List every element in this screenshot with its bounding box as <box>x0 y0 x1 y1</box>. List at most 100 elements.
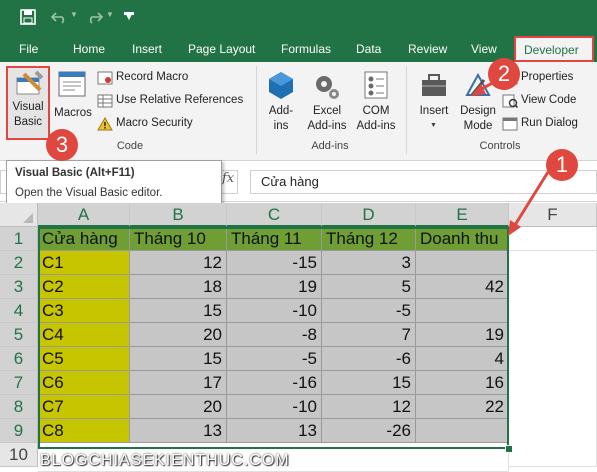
cell-value[interactable]: 7 <box>322 323 416 347</box>
cell-header-revenue[interactable]: Doanh thu <box>416 227 509 251</box>
macros-button[interactable]: Macros <box>52 66 94 126</box>
tab-home[interactable]: Home <box>73 40 105 60</box>
cell-value[interactable]: -10 <box>227 395 322 419</box>
cell-value[interactable]: -6 <box>322 347 416 371</box>
redo-dropdown-icon[interactable]: ▼ <box>106 10 114 19</box>
view-code-button[interactable]: View Code <box>502 93 596 110</box>
cell-revenue[interactable]: 16 <box>416 371 509 395</box>
cell-value[interactable]: 15 <box>322 371 416 395</box>
ribbon-separator <box>256 66 257 154</box>
cell-value[interactable]: -5 <box>322 299 416 323</box>
row-header-6[interactable]: 6 <box>0 347 38 371</box>
row-header-5[interactable]: 5 <box>0 323 38 347</box>
tab-file[interactable]: File <box>19 40 38 60</box>
formula-input[interactable]: Cửa hàng <box>250 170 597 194</box>
cell-store[interactable]: C5 <box>38 347 130 371</box>
record-macro-button[interactable]: Record Macro <box>97 70 243 87</box>
row-header-1[interactable]: 1 <box>0 227 38 251</box>
cell-store[interactable]: C6 <box>38 371 130 395</box>
row-header-4[interactable]: 4 <box>0 299 38 323</box>
tab-view[interactable]: View <box>471 40 497 60</box>
cell-value[interactable]: 20 <box>130 395 227 419</box>
row-header-7[interactable]: 7 <box>0 371 38 395</box>
insert-control-button[interactable]: Insert ▼ <box>414 66 454 138</box>
undo-dropdown-icon[interactable]: ▼ <box>70 10 78 19</box>
visual-basic-label: Visual Basic <box>12 101 44 128</box>
excel-add-ins-button[interactable]: Excel Add-ins <box>303 66 351 138</box>
redo-icon[interactable] <box>86 9 104 25</box>
column-header-d[interactable]: D <box>322 203 416 227</box>
cell-store[interactable]: C3 <box>38 299 130 323</box>
com-add-ins-button[interactable]: COM Add-ins <box>352 66 400 138</box>
tab-formulas[interactable]: Formulas <box>281 40 331 60</box>
visual-basic-button[interactable]: Visual Basic <box>6 66 50 140</box>
tab-developer[interactable]: Developer <box>514 36 594 62</box>
cell-value[interactable]: 12 <box>322 395 416 419</box>
macro-security-button[interactable]: Macro Security <box>97 116 243 133</box>
cell-store[interactable]: C4 <box>38 323 130 347</box>
cell-value[interactable]: 13 <box>227 419 322 443</box>
cell-value[interactable]: -10 <box>227 299 322 323</box>
cell-store[interactable]: C8 <box>38 419 130 443</box>
column-header-c[interactable]: C <box>227 203 322 227</box>
callout-badge-3: 3 <box>46 129 78 161</box>
cell-revenue[interactable]: 4 <box>416 347 509 371</box>
cell-value[interactable]: 5 <box>322 275 416 299</box>
fill-handle[interactable] <box>505 445 513 453</box>
cell-value[interactable]: 12 <box>130 251 227 275</box>
cell-header-month10[interactable]: Tháng 10 <box>130 227 227 251</box>
empty-column-f[interactable] <box>509 251 597 467</box>
cell-value[interactable]: -26 <box>322 419 416 443</box>
tab-review[interactable]: Review <box>408 40 447 60</box>
cell-value[interactable]: -15 <box>227 251 322 275</box>
callout-badge-2: 2 <box>488 58 520 90</box>
cell-store[interactable]: C7 <box>38 395 130 419</box>
customize-quick-access-icon[interactable]: ▬ ▼ <box>124 7 134 29</box>
cell-f1[interactable] <box>509 227 597 251</box>
cell-revenue[interactable]: 22 <box>416 395 509 419</box>
row-header-10[interactable]: 10 <box>0 443 38 467</box>
row-header-9[interactable]: 9 <box>0 419 38 443</box>
row-header-3[interactable]: 3 <box>0 275 38 299</box>
cell-value[interactable]: -16 <box>227 371 322 395</box>
use-relative-references-button[interactable]: Use Relative References <box>97 93 247 110</box>
cell-value[interactable]: -8 <box>227 323 322 347</box>
cell-revenue[interactable] <box>416 251 509 275</box>
cell-revenue[interactable] <box>416 419 509 443</box>
cell-value[interactable]: 15 <box>130 299 227 323</box>
row-header-2[interactable]: 2 <box>0 251 38 275</box>
run-dialog-button[interactable]: Run Dialog <box>502 116 596 133</box>
column-header-b[interactable]: B <box>130 203 227 227</box>
tab-insert[interactable]: Insert <box>132 40 162 60</box>
column-header-f[interactable]: F <box>509 203 597 227</box>
cell-value[interactable]: 19 <box>227 275 322 299</box>
cell-revenue[interactable]: 42 <box>416 275 509 299</box>
insert-control-label: Insert <box>419 105 449 117</box>
cell-value[interactable]: 17 <box>130 371 227 395</box>
fx-icon[interactable]: fx <box>222 171 234 186</box>
cell-revenue[interactable] <box>416 299 509 323</box>
column-header-a[interactable]: A <box>38 203 130 227</box>
cell-value[interactable]: 18 <box>130 275 227 299</box>
cell-header-month11[interactable]: Tháng 11 <box>227 227 322 251</box>
add-ins-button[interactable]: Add-ins <box>263 66 299 138</box>
cell-store[interactable]: C1 <box>38 251 130 275</box>
cell-store[interactable]: C2 <box>38 275 130 299</box>
cell-header-store[interactable]: Cửa hàng <box>38 227 130 251</box>
row-header-8[interactable]: 8 <box>0 395 38 419</box>
cell-value[interactable]: 15 <box>130 347 227 371</box>
cell-value[interactable]: -5 <box>227 347 322 371</box>
cell-revenue[interactable]: 19 <box>416 323 509 347</box>
tab-page-layout[interactable]: Page Layout <box>188 40 255 60</box>
cell-value[interactable]: 20 <box>130 323 227 347</box>
select-all-corner[interactable] <box>0 203 38 227</box>
save-icon[interactable] <box>20 9 36 25</box>
cell-value[interactable]: 13 <box>130 419 227 443</box>
undo-icon[interactable] <box>50 9 68 25</box>
tab-data[interactable]: Data <box>356 40 381 60</box>
run-dialog-label: Run Dialog <box>521 117 578 129</box>
cell-header-month12[interactable]: Tháng 12 <box>322 227 416 251</box>
column-header-e[interactable]: E <box>416 203 509 227</box>
macros-label: Macros <box>54 107 92 119</box>
cell-value[interactable]: 3 <box>322 251 416 275</box>
